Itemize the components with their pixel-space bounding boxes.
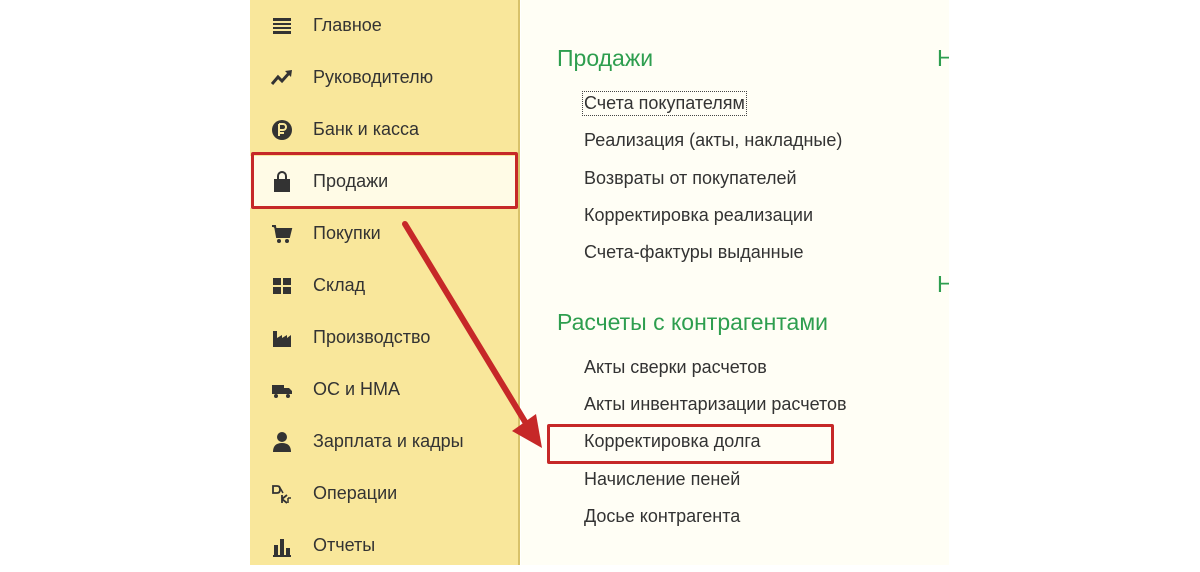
sidebar-item-manager[interactable]: Руководителю (250, 52, 518, 104)
section-title-cutoff: Н (937, 45, 949, 71)
link-sales-acts[interactable]: Реализация (акты, накладные) (584, 130, 842, 151)
sidebar-item-label: ОС и НМА (313, 379, 401, 399)
shopping-cart-icon (270, 222, 294, 246)
link-inventory-acts[interactable]: Акты инвентаризации расчетов (584, 394, 847, 415)
factory-icon (270, 326, 294, 350)
warehouse-grid-icon (270, 274, 294, 298)
sidebar-item-production[interactable]: Производство (250, 312, 518, 364)
person-icon (270, 430, 294, 454)
sidebar-item-salary[interactable]: Зарплата и кадры (250, 416, 518, 468)
link-debt-correction[interactable]: Корректировка долга (584, 431, 761, 452)
shopping-bag-icon (270, 170, 294, 194)
link-invoices-to-customers[interactable]: Счета покупателям (582, 91, 747, 116)
sidebar-item-main[interactable]: Главное (250, 0, 518, 52)
sidebar-item-label: Покупки (313, 223, 381, 243)
empty-area (949, 0, 1200, 565)
content-panel: Продажи Счета покупателям Реализация (ак… (521, 0, 949, 565)
sidebar-item-label: Главное (313, 15, 382, 35)
link-penalty-accrual[interactable]: Начисление пеней (584, 469, 740, 490)
link-reconciliation-acts[interactable]: Акты сверки расчетов (584, 357, 767, 378)
sidebar-item-purchases[interactable]: Покупки (250, 208, 518, 260)
sidebar-item-operations[interactable]: Операции (250, 468, 518, 520)
sidebar-item-label: Зарплата и кадры (313, 431, 464, 451)
sidebar-item-label: Продажи (313, 171, 389, 191)
sidebar-item-sales[interactable]: Продажи (250, 156, 518, 208)
sidebar-item-label: Производство (313, 327, 431, 347)
link-issued-invoices[interactable]: Счета-фактуры выданные (584, 242, 804, 263)
sidebar-item-label: Отчеты (313, 535, 376, 555)
link-customer-returns[interactable]: Возвраты от покупателей (584, 168, 797, 189)
sidebar-item-warehouse[interactable]: Склад (250, 260, 518, 312)
sidebar-item-reports[interactable]: Отчеты (250, 520, 518, 572)
sidebar-item-label: Операции (313, 483, 398, 503)
ruble-coin-icon (270, 118, 294, 142)
section-title-sales: Продажи (557, 45, 654, 71)
sidebar-item-assets[interactable]: ОС и НМА (250, 364, 518, 416)
link-counterparty-dossier[interactable]: Досье контрагента (584, 506, 740, 527)
section-title-cutoff: Н (937, 271, 949, 297)
link-sales-correction[interactable]: Корректировка реализации (584, 205, 813, 226)
sidebar-item-label: Руководителю (313, 67, 434, 87)
list-lines-icon (270, 14, 294, 38)
truck-icon (270, 378, 294, 402)
trend-line-icon (270, 66, 294, 90)
sidebar-item-bank[interactable]: Банк и касса (250, 104, 518, 156)
sidebar-item-label: Склад (313, 275, 366, 295)
sidebar-item-label: Банк и касса (313, 119, 419, 139)
debit-credit-icon (270, 482, 294, 506)
section-title-settlements: Расчеты с контрагентами (557, 309, 829, 335)
sidebar: Главное Руководителю Банк и касса Продаж… (250, 0, 520, 565)
bar-chart-icon (270, 534, 294, 558)
